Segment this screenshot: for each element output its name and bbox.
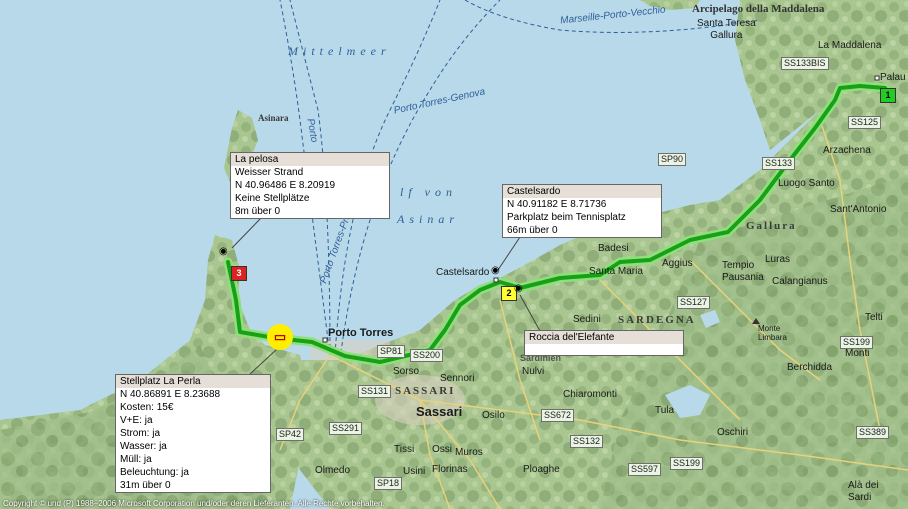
callout-line: Wasser: ja: [120, 441, 167, 452]
callout-line: 31m über 0: [120, 480, 171, 491]
callout-line: Strom: ja: [120, 428, 161, 439]
callout-stellplatz[interactable]: Stellplatz La Perla N 40.86891 E 8.23688…: [115, 374, 271, 493]
road-shield: SP42: [276, 428, 305, 441]
town-sassari[interactable]: Sassari: [416, 404, 462, 419]
road-shield: SS199: [840, 336, 874, 349]
sea-label-golf: lf von: [400, 185, 457, 199]
town-luogo-santo[interactable]: Luogo Santo: [778, 178, 835, 189]
town-ala-dei-sardi[interactable]: Alà dei Sardi: [848, 480, 879, 504]
road-shield: SS199: [670, 457, 704, 470]
town-usini[interactable]: Usini: [403, 466, 425, 477]
camera-icon[interactable]: ◉: [491, 266, 500, 276]
road-shield: SS127: [677, 296, 711, 309]
town-castelsardo[interactable]: Castelsardo: [436, 267, 489, 278]
town-santa-teresa[interactable]: Santa Teresa Gallura: [697, 18, 756, 42]
town-sant-antonio[interactable]: Sant'Antonio: [830, 204, 886, 215]
route-marker-start[interactable]: 1: [880, 88, 896, 103]
town-berchidda[interactable]: Berchidda: [787, 362, 832, 373]
copyright-notice: Copyright © und (P) 1988–2006 Microsoft …: [3, 499, 385, 508]
callout-castelsardo[interactable]: Castelsardo N 40.91182 E 8.71736 Parkpla…: [502, 184, 662, 238]
town-la-maddalena[interactable]: La Maddalena: [818, 40, 881, 51]
callout-title: La pelosa: [231, 153, 389, 166]
road-shield: SS133BIS: [781, 57, 829, 70]
town-badesi[interactable]: Badesi: [598, 243, 629, 254]
map-view[interactable]: Mittelmeer lf von Asinar Marseille-Porto…: [0, 0, 908, 509]
road-shield: SS200: [410, 349, 444, 362]
callout-line: Keine Stellplätze: [235, 193, 310, 204]
region-sassari: SASSARI: [395, 385, 456, 397]
town-muros[interactable]: Muros: [455, 447, 483, 458]
road-shield: SP81: [377, 345, 406, 358]
town-ossi[interactable]: Ossi: [432, 444, 452, 455]
town-oschiri[interactable]: Oschiri: [717, 427, 748, 438]
callout-line: N 40.91182 E 8.71736: [507, 199, 607, 210]
town-tula[interactable]: Tula: [655, 405, 674, 416]
road-shield: SS597: [628, 463, 662, 476]
region-gallura: Gallura: [746, 220, 797, 232]
camera-icon[interactable]: ◉: [514, 284, 523, 294]
callout-line: 8m über 0: [235, 206, 281, 217]
callout-line: 66m über 0: [507, 225, 558, 236]
callout-title: Castelsardo: [503, 185, 661, 198]
callout-line: Beleuchtung: ja: [120, 467, 189, 478]
town-osilo[interactable]: Osilo: [482, 410, 505, 421]
town-florinas[interactable]: Florinas: [432, 464, 468, 475]
road-shield: SS132: [570, 435, 604, 448]
town-nulvi[interactable]: Nulvi: [522, 366, 544, 377]
town-palau[interactable]: Palau: [880, 72, 906, 83]
sea-label-asinara: Asinar: [397, 212, 460, 226]
callout-line: N 40.86891 E 8.23688: [120, 389, 221, 400]
route-marker-stop-3[interactable]: 3: [231, 266, 247, 281]
callout-line: Parkplatz beim Tennisplatz: [507, 212, 626, 223]
sea-label-mittelmeer: Mittelmeer: [288, 44, 391, 58]
road-shield: SS672: [541, 409, 575, 422]
road-shield: SP18: [374, 477, 403, 490]
town-tempio[interactable]: Tempio Pausania: [722, 260, 764, 284]
road-shield: SS389: [856, 426, 890, 439]
label-archipelago: Arcipelago della Maddalena: [692, 3, 825, 15]
callout-title: Stellplatz La Perla: [116, 375, 270, 388]
town-chiaromonti[interactable]: Chiaromonti: [563, 389, 617, 400]
road-shield: SS131: [358, 385, 392, 398]
callout-title: Roccia del'Elefante: [525, 331, 683, 344]
road-shield: SS133: [762, 157, 796, 170]
region-asinara: Asinara: [258, 113, 289, 123]
callout-line: V+E: ja: [120, 415, 153, 426]
town-ploaghe[interactable]: Ploaghe: [523, 464, 560, 475]
town-telti[interactable]: Telti: [865, 312, 883, 323]
road-shield: SS291: [329, 422, 363, 435]
town-calangianus[interactable]: Calangianus: [772, 276, 828, 287]
road-shield: SP90: [658, 153, 687, 166]
camera-icon[interactable]: ◉: [219, 247, 228, 257]
callout-roccia[interactable]: Roccia del'Elefante: [524, 330, 684, 356]
motorhome-icon[interactable]: ▭: [267, 324, 293, 350]
town-arzachena[interactable]: Arzachena: [823, 145, 871, 156]
region-sardegna: SARDEGNA: [618, 314, 696, 326]
town-luras[interactable]: Luras: [765, 254, 790, 265]
callout-line: Weisser Strand: [235, 167, 304, 178]
callout-la-pelosa[interactable]: La pelosa Weisser Strand N 40.96486 E 8.…: [230, 152, 390, 219]
mountain-label: Monte Limbara: [758, 324, 787, 342]
callout-line: Kosten: 15€: [120, 402, 174, 413]
town-olmedo[interactable]: Olmedo: [315, 465, 350, 476]
callout-line: Müll: ja: [120, 454, 152, 465]
road-shield: SS125: [848, 116, 882, 129]
town-santa-maria[interactable]: Santa Maria: [589, 266, 643, 277]
town-monti[interactable]: Monti: [845, 348, 869, 359]
town-porto-torres[interactable]: Porto Torres: [328, 327, 393, 339]
callout-line: N 40.96486 E 8.20919: [235, 180, 336, 191]
town-sedini[interactable]: Sedini: [573, 314, 601, 325]
town-aggius[interactable]: Aggius: [662, 258, 693, 269]
town-sennori[interactable]: Sennori: [440, 373, 474, 384]
town-sorso[interactable]: Sorso: [393, 366, 419, 377]
town-tissi[interactable]: Tissi: [394, 444, 414, 455]
